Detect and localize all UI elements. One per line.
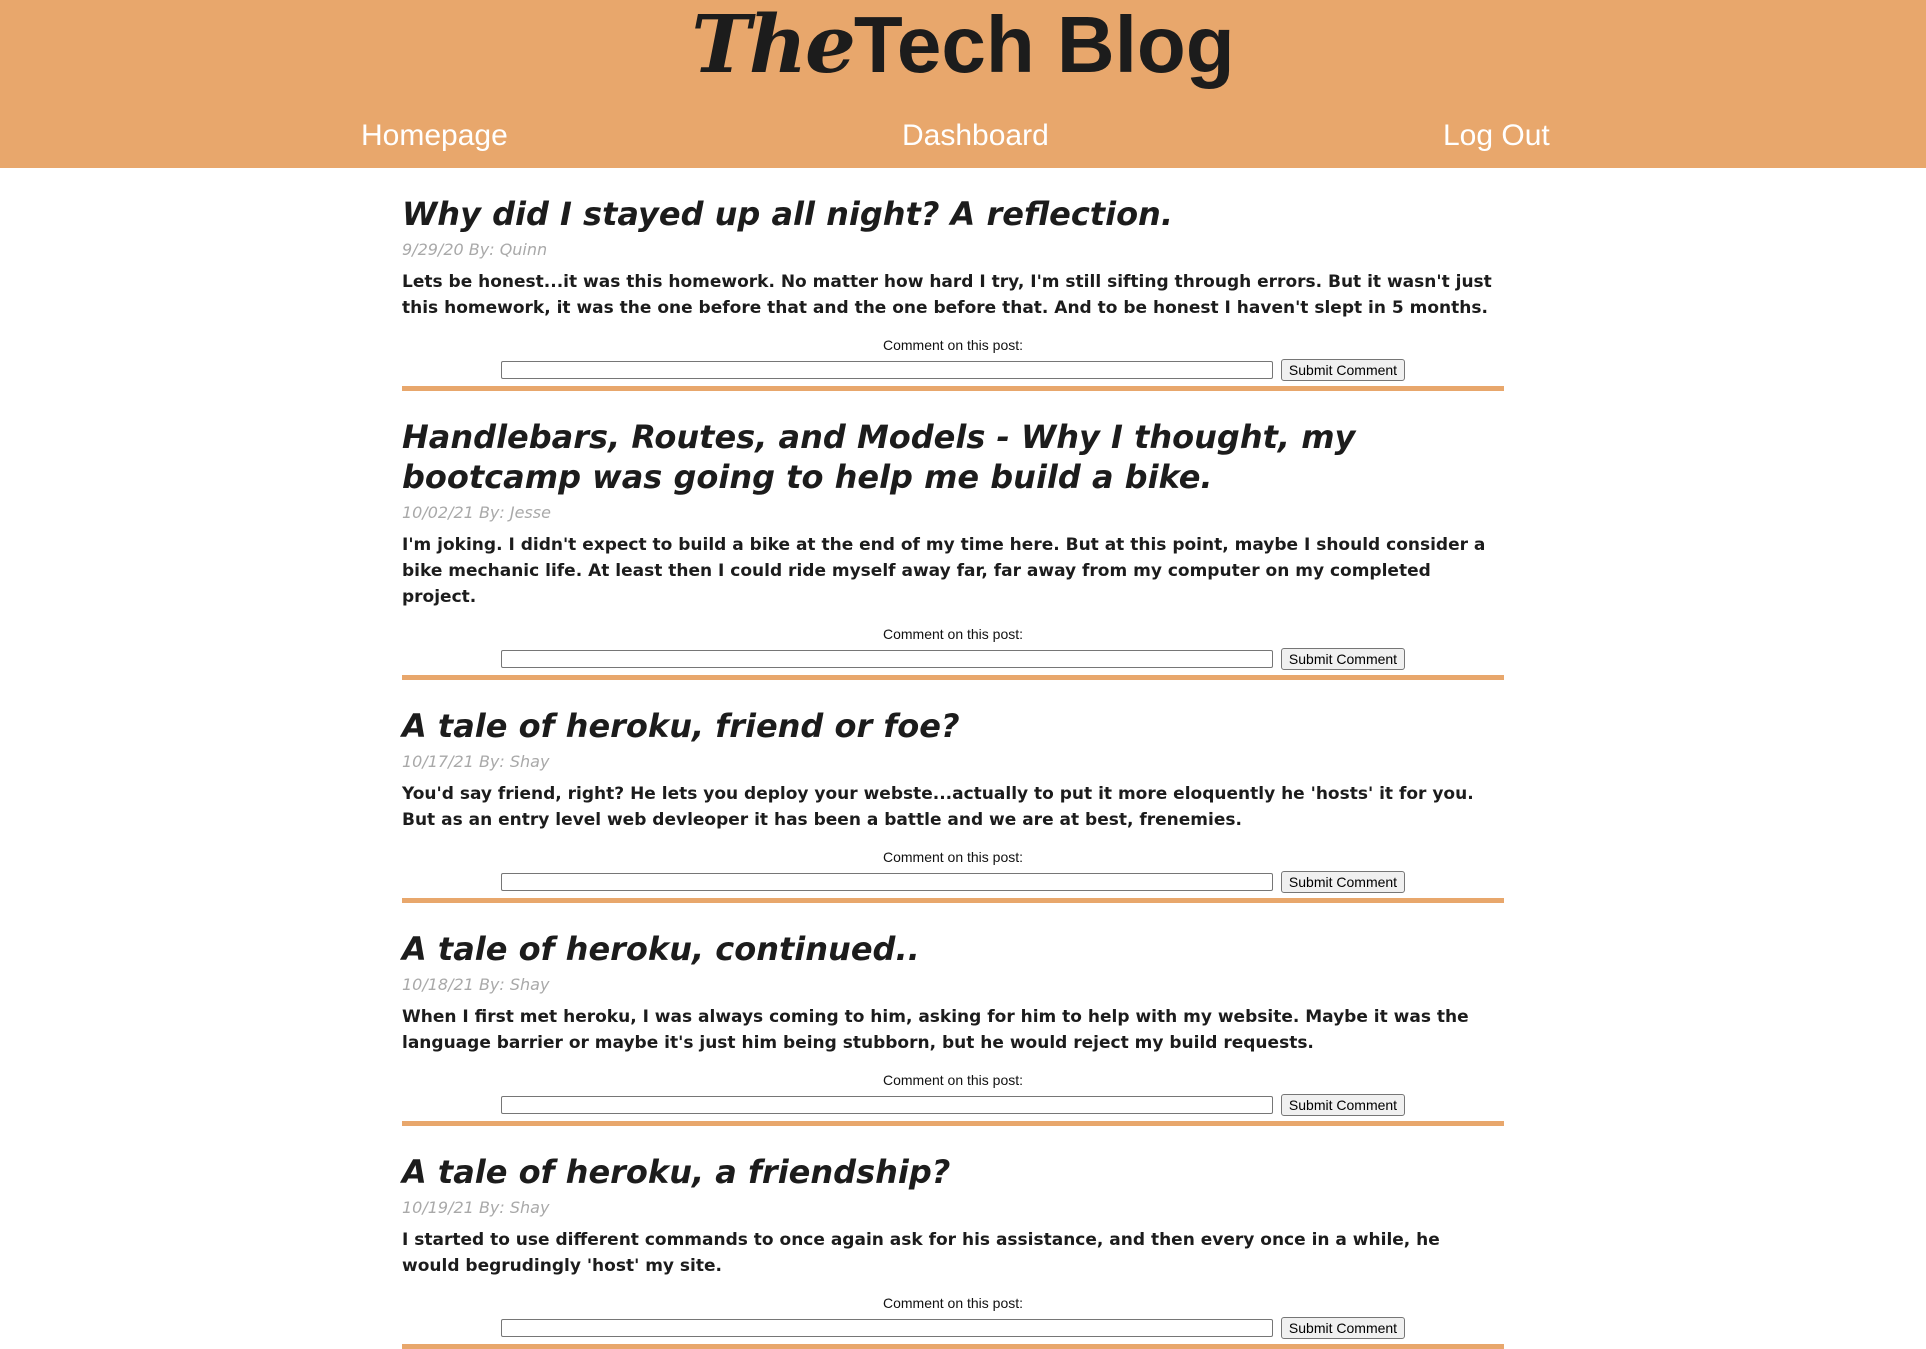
comment-form: Comment on this post: Submit Comment [402,1056,1504,1121]
comment-row: Submit Comment [402,1094,1504,1116]
logo-the-text: The [691,0,856,91]
post-card: Why did I stayed up all night? A reflect… [402,168,1504,391]
nav-logout-link[interactable]: Log Out [1443,116,1550,156]
post-meta: 10/17/21 By: Shay [402,752,550,771]
submit-comment-button[interactable]: Submit Comment [1280,648,1406,670]
post-title[interactable]: A tale of heroku, continued.. [402,903,1504,969]
submit-comment-button[interactable]: Submit Comment [1280,871,1406,893]
nav-dashboard-link[interactable]: Dashboard [902,116,1049,156]
post-title[interactable]: Why did I stayed up all night? A reflect… [402,168,1504,234]
comment-form: Comment on this post: Submit Comment [402,321,1504,386]
comment-label: Comment on this post: [882,1295,1024,1311]
post-card: A tale of heroku, a friendship? 10/19/21… [402,1126,1504,1349]
post-meta: 9/29/20 By: Quinn [402,240,548,259]
site-logo[interactable]: TheTech Blog [0,4,1926,85]
post-body: I started to use different commands to o… [402,1230,1440,1276]
submit-comment-button[interactable]: Submit Comment [1280,1317,1406,1339]
post-card: A tale of heroku, continued.. 10/18/21 B… [402,903,1504,1126]
site-header: TheTech Blog Homepage Dashboard Log Out [0,0,1926,168]
comment-input[interactable] [500,650,1273,668]
post-meta: 10/19/21 By: Shay [402,1198,550,1217]
comment-row: Submit Comment [402,359,1504,381]
comment-label: Comment on this post: [882,337,1024,353]
post-title[interactable]: Handlebars, Routes, and Models - Why I t… [402,391,1504,497]
comment-label: Comment on this post: [882,849,1024,865]
comment-input[interactable] [500,361,1273,379]
comment-input[interactable] [500,1319,1273,1337]
comment-form: Comment on this post: Submit Comment [402,610,1504,675]
logo-title-text: Tech Blog [853,0,1235,89]
submit-comment-button[interactable]: Submit Comment [1280,359,1406,381]
post-meta: 10/02/21 By: Jesse [402,503,551,522]
post-card: Handlebars, Routes, and Models - Why I t… [402,391,1504,680]
submit-comment-button[interactable]: Submit Comment [1280,1094,1406,1116]
post-list: Why did I stayed up all night? A reflect… [402,168,1504,1349]
comment-label: Comment on this post: [882,626,1024,642]
post-meta: 10/18/21 By: Shay [402,975,550,994]
post-body: When I first met heroku, I was always co… [402,1007,1469,1053]
comment-row: Submit Comment [402,871,1504,893]
nav-homepage-link[interactable]: Homepage [361,116,508,156]
post-body: You'd say friend, right? He lets you dep… [402,784,1474,830]
post-title[interactable]: A tale of heroku, a friendship? [402,1126,1504,1192]
post-title[interactable]: A tale of heroku, friend or foe? [402,680,1504,746]
post-body: Lets be honest...it was this homework. N… [402,272,1492,318]
comment-label: Comment on this post: [882,1072,1024,1088]
comment-row: Submit Comment [402,648,1504,670]
comment-input[interactable] [500,873,1273,891]
comment-input[interactable] [500,1096,1273,1114]
post-body: I'm joking. I didn't expect to build a b… [402,535,1486,607]
comment-form: Comment on this post: Submit Comment [402,833,1504,898]
post-card: A tale of heroku, friend or foe? 10/17/2… [402,680,1504,903]
comment-row: Submit Comment [402,1317,1504,1339]
comment-form: Comment on this post: Submit Comment [402,1279,1504,1344]
